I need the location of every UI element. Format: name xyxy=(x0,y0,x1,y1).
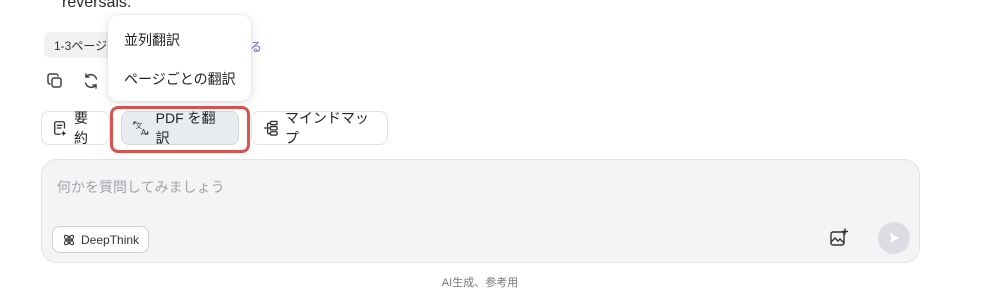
summary-label: 要約 xyxy=(74,110,89,146)
previous-message-text: reversals. xyxy=(62,0,132,11)
summary-icon xyxy=(54,121,67,137)
send-button[interactable] xyxy=(878,222,910,254)
image-upload-button[interactable] xyxy=(827,226,851,250)
regenerate-button[interactable] xyxy=(80,70,102,92)
translate-button-highlight xyxy=(110,106,250,153)
deepthink-toggle[interactable]: DeepThink xyxy=(52,226,150,253)
chat-input-box[interactable] xyxy=(41,159,920,263)
send-icon xyxy=(890,233,899,243)
copy-icon xyxy=(47,73,62,88)
image-plus-icon xyxy=(830,228,849,246)
tag-link-text[interactable]: る xyxy=(250,38,262,55)
summary-button[interactable]: 要約 xyxy=(41,110,110,146)
menu-item-parallel-translation[interactable]: 並列翻訳 xyxy=(124,30,180,50)
atom-icon xyxy=(63,234,75,245)
copy-button[interactable] xyxy=(44,70,66,92)
translate-mode-menu: 並列翻訳 ページごとの翻訳 xyxy=(108,15,251,101)
mindmap-button[interactable]: マインドマップ xyxy=(251,110,388,146)
mindmap-label: マインドマップ xyxy=(284,110,369,146)
refresh-icon xyxy=(84,73,98,89)
mindmap-icon xyxy=(263,120,278,136)
menu-item-page-by-page-translation[interactable]: ページごとの翻訳 xyxy=(124,69,236,89)
deepthink-label: DeepThink xyxy=(81,232,140,247)
ai-disclaimer: AI生成、参考用 xyxy=(441,277,519,289)
chat-input-placeholder[interactable]: 何かを質問してみましょう xyxy=(57,177,225,197)
